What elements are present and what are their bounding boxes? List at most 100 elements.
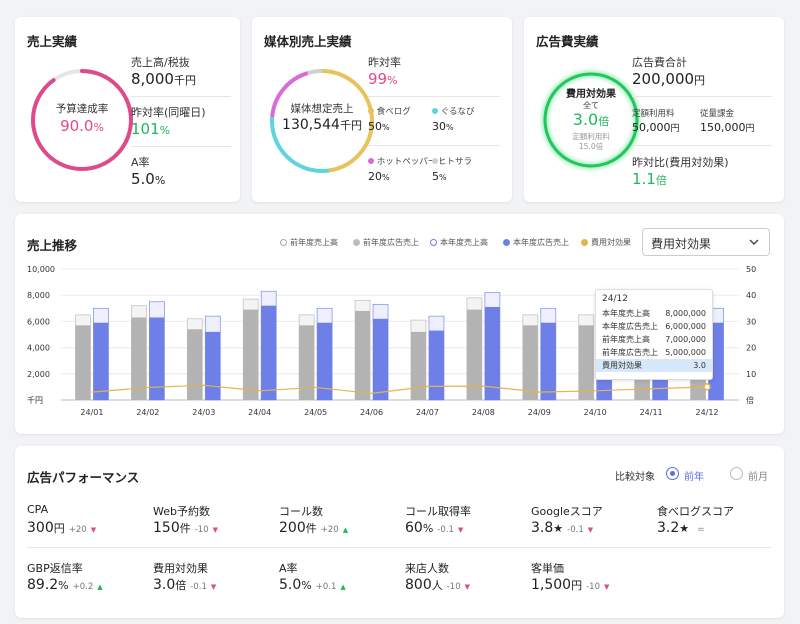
metric-name: 費用対効果 — [153, 562, 208, 575]
tooltip-title: 24/12 — [602, 294, 628, 304]
y2-tick-label: 10 — [746, 370, 756, 379]
yoy-label: 昨対率(同曜日) — [131, 106, 206, 119]
sales-title: 売上実績 — [27, 34, 78, 49]
bar-prev-ad-sales — [522, 325, 538, 400]
segment-unit: % — [439, 173, 447, 182]
metric-unit: 倍 — [175, 579, 187, 592]
dot-icon — [368, 158, 374, 164]
metric-unit: 円 — [571, 579, 583, 592]
arrow-down-icon: ▼ — [457, 526, 464, 534]
donut-number: 130,544 — [282, 117, 340, 133]
bar-prev-ad-sales — [410, 331, 426, 400]
radio-prev-month[interactable] — [730, 467, 743, 480]
divider — [368, 96, 500, 97]
x-tick-label: 24/01 — [80, 408, 103, 417]
x-tick-label: 24/04 — [248, 408, 271, 417]
bar-prev-ad-sales — [355, 310, 371, 400]
metric-value: 3.0倍 -0.1 ▼ — [153, 577, 216, 593]
a-rate-unit: % — [154, 174, 166, 187]
metric-number: 200 — [279, 520, 306, 536]
metric-value: 60% -0.1 ▼ — [405, 520, 463, 536]
x-tick-label: 24/02 — [136, 408, 159, 417]
dot-icon — [432, 108, 438, 114]
ad-total-unit: 円 — [694, 74, 706, 87]
radio-prev-year[interactable] — [666, 467, 679, 480]
yoy-number: 101 — [131, 120, 160, 138]
y2-tick-label: 20 — [746, 344, 756, 353]
tooltip-row: 本年度売上高 8,000,000 — [596, 307, 712, 320]
roi-line — [91, 384, 708, 395]
metric-name: 来店人数 — [405, 562, 449, 575]
metric-delta: -10 — [586, 582, 600, 592]
segment-unit: % — [382, 123, 390, 132]
metric-value: 800人 -10 ▼ — [405, 577, 470, 593]
fixed-fee-unit: 円 — [670, 124, 680, 134]
metric-name: A率 — [279, 562, 298, 575]
compare-label: 比較対象 — [615, 472, 655, 483]
segment-gurunavi-value: 30% — [432, 120, 454, 133]
radio-prev-month-label[interactable]: 前月 — [748, 468, 768, 483]
metric-value: 5.0% +0.1 ▲ — [279, 577, 346, 593]
metric-unit: ★ — [679, 522, 690, 535]
metric-name: 食べログスコア — [657, 505, 734, 518]
divider — [632, 145, 772, 146]
arrow-up-icon: ▲ — [342, 526, 349, 534]
bar-cur-ad-sales — [261, 305, 277, 400]
segment-unit: % — [382, 173, 390, 182]
divider — [131, 96, 231, 97]
tooltip-row: 前年度広告売上 5,000,000 — [596, 346, 712, 359]
segment-hotpepper-value: 20% — [368, 170, 390, 183]
usage-fee-unit: 円 — [745, 124, 755, 134]
roi-label: 費用対効果 — [566, 89, 616, 100]
y-tick-label: 8,000 — [27, 291, 50, 300]
bar-prev-ad-sales — [578, 325, 594, 400]
tooltip-value: 7,000,000 — [665, 335, 706, 344]
segment-hotpepper: ホットペッパー — [368, 155, 436, 167]
metric-value: 3.8★ -0.1 ▼ — [531, 520, 593, 536]
roi-number: 3.0 — [572, 110, 599, 129]
arrow-down-icon: ▼ — [587, 526, 594, 534]
tooltip-label: 前年度広告売上 — [602, 348, 658, 357]
tooltip-row: 前年度売上高 7,000,000 — [596, 333, 712, 346]
sales-label: 売上高/税抜 — [131, 56, 190, 69]
media-yoy-unit: % — [387, 74, 398, 87]
tooltip-row-highlight: 費用対効果 3.0 — [596, 359, 712, 372]
bar-cur-ad-sales — [205, 331, 221, 400]
x-tick-label: 24/06 — [360, 408, 383, 417]
media-yoy-value: 99% — [368, 70, 398, 88]
equal-icon: = — [697, 525, 705, 535]
metric-delta: -0.1 — [437, 525, 454, 535]
segment-number: 5 — [432, 170, 439, 183]
roi-note-value: 15.0倍 — [578, 142, 604, 151]
y-tick-label: 2,000 — [27, 370, 50, 379]
roi-point — [703, 383, 711, 391]
bar-cur-ad-sales — [540, 322, 556, 400]
metric-number: 300 — [27, 520, 54, 536]
segment-tabelog-value: 50% — [368, 120, 390, 133]
metric-delta: -10 — [446, 582, 461, 592]
dot-icon — [368, 108, 374, 114]
segment-tabelog: 食べログ — [368, 105, 411, 117]
ad-ratio-value: 1.1倍 — [632, 170, 667, 188]
divider — [368, 145, 500, 146]
bar-prev-ad-sales — [75, 325, 91, 400]
metric-unit: % — [422, 522, 434, 535]
y2-tick-label: 40 — [746, 291, 756, 300]
segment-number: 30 — [432, 120, 446, 133]
radio-prev-year-label[interactable]: 前年 — [684, 468, 704, 483]
sales-value: 8,000千円 — [131, 70, 196, 88]
x-tick-label: 24/09 — [528, 408, 551, 417]
segment-number: 50 — [368, 120, 382, 133]
usage-fee-value: 150,000円 — [700, 121, 755, 134]
arrow-up-icon: ▲ — [97, 583, 103, 591]
x-tick-label: 24/11 — [640, 408, 663, 417]
metric-name: コール取得率 — [405, 505, 471, 518]
tooltip-value: 8,000,000 — [665, 309, 706, 318]
ad-ratio-label: 昨対比(費用対効果) — [632, 156, 729, 169]
metric-name: CPA — [27, 503, 49, 516]
metric-unit: 円 — [53, 522, 65, 535]
metric-unit: 人 — [431, 579, 443, 592]
x-tick-label: 24/03 — [192, 408, 215, 417]
arrow-down-icon: ▼ — [212, 526, 219, 534]
fixed-fee-label: 定額利用料 — [632, 109, 675, 119]
